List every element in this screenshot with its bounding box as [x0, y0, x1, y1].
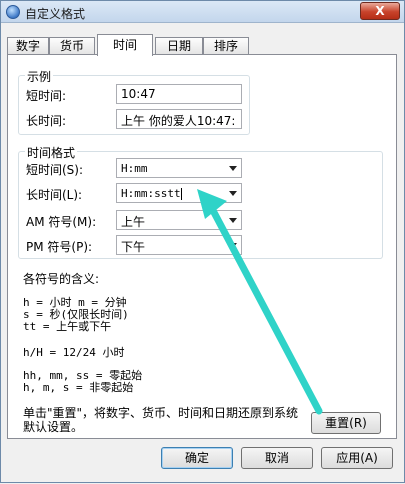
text-caret: [180, 187, 182, 200]
am-symbol-label: AM 符号(M):: [26, 215, 97, 229]
cancel-button[interactable]: 取消: [241, 447, 313, 469]
legend-line: h/H = 12/24 小时: [23, 346, 125, 359]
tab-time[interactable]: 时间: [97, 34, 153, 56]
pm-symbol-value: 下午: [121, 240, 146, 254]
chevron-down-icon[interactable]: [229, 166, 237, 171]
tab-date[interactable]: 日期: [155, 37, 203, 55]
legend-line: tt = 上午或下午: [23, 320, 112, 333]
example-short-time-field[interactable]: 10:47: [116, 84, 242, 104]
am-symbol-value: 上午: [121, 215, 146, 229]
apply-button[interactable]: 应用(A): [321, 447, 393, 469]
pm-symbol-label: PM 符号(P):: [26, 240, 93, 254]
pm-symbol-combo[interactable]: 下午: [116, 235, 242, 255]
example-short-label: 短时间:: [26, 89, 67, 103]
short-time-value: H:mm: [121, 162, 148, 175]
window-title: 自定义格式: [25, 7, 86, 21]
close-button[interactable]: X: [360, 2, 400, 20]
example-long-time-field[interactable]: 上午 你的爱人10:47:: [116, 109, 242, 129]
example-long-label: 长时间:: [26, 114, 67, 128]
chevron-down-icon[interactable]: [229, 218, 237, 223]
tab-currency[interactable]: 货币: [49, 37, 95, 55]
reset-button[interactable]: 重置(R): [311, 412, 381, 434]
short-time-label: 短时间(S):: [26, 163, 84, 177]
am-symbol-combo[interactable]: 上午: [116, 210, 242, 230]
time-format-group-title: 时间格式: [25, 144, 78, 161]
custom-format-dialog: 自定义格式 X 数字 货币 时间 日期 排序 示例 短时间: 10:47 长时间…: [0, 0, 405, 483]
short-time-combo[interactable]: H:mm: [116, 158, 242, 178]
long-time-label: 长时间(L):: [26, 188, 83, 202]
example-group-title: 示例: [25, 68, 54, 85]
long-time-value: H:mm:sstt: [121, 187, 181, 200]
ok-button[interactable]: 确定: [161, 447, 233, 469]
legend-line: h, m, s = 非零起始: [23, 381, 134, 394]
tab-number[interactable]: 数字: [7, 37, 49, 55]
long-time-combo[interactable]: H:mm:sstt: [116, 183, 242, 203]
chevron-down-icon[interactable]: [229, 191, 237, 196]
chevron-down-icon[interactable]: [229, 243, 237, 248]
tab-sort[interactable]: 排序: [203, 37, 249, 55]
reset-description: 单击"重置"，将数字、货币、时间和日期还原到系统默认设置。: [23, 406, 299, 434]
legend-title: 各符号的含义:: [23, 272, 100, 286]
app-icon: [6, 5, 20, 19]
title-bar: 自定义格式 X: [1, 1, 404, 23]
